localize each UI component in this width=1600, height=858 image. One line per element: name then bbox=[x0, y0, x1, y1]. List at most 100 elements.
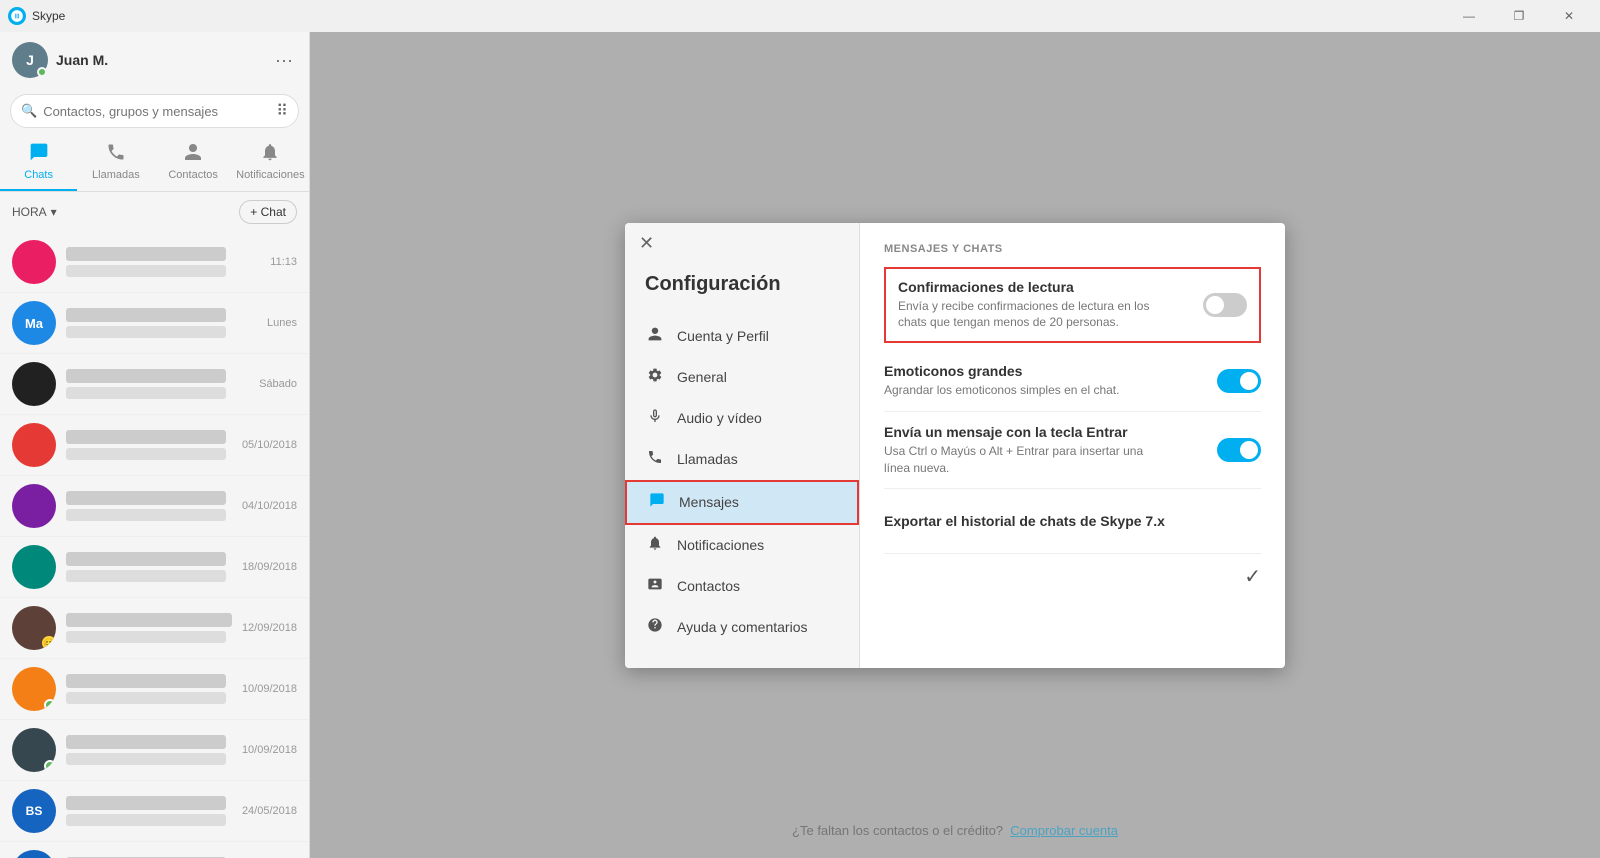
chat-info bbox=[66, 430, 232, 460]
avatar bbox=[12, 728, 56, 772]
more-options-button[interactable]: ··· bbox=[271, 46, 297, 75]
chat-info bbox=[66, 491, 232, 521]
chats-icon bbox=[29, 142, 49, 167]
big-emojis-toggle[interactable] bbox=[1217, 369, 1261, 393]
grid-button[interactable]: ⠿ bbox=[276, 101, 288, 121]
list-item[interactable]: 😊 12/09/2018 bbox=[0, 598, 309, 659]
titlebar-left: Skype bbox=[8, 7, 65, 25]
sort-button[interactable]: HORA ▾ bbox=[12, 205, 57, 219]
settings-nav-audio[interactable]: Audio y vídeo bbox=[625, 398, 859, 439]
list-item[interactable]: 10/09/2018 bbox=[0, 720, 309, 781]
settings-modal: ✕ Configuración Cuenta y Perfil General bbox=[625, 223, 1285, 668]
list-item[interactable]: BS 24/05/2018 bbox=[0, 842, 309, 858]
settings-nav-cuenta[interactable]: Cuenta y Perfil bbox=[625, 316, 859, 357]
chat-info bbox=[66, 308, 257, 338]
chat-time: 24/05/2018 bbox=[242, 805, 297, 817]
chat-name bbox=[66, 491, 226, 505]
chat-list: 11:13 Ma Lunes Sábado bbox=[0, 232, 309, 858]
search-bar: 🔍 ⠿ bbox=[10, 94, 299, 128]
list-item[interactable]: 04/10/2018 bbox=[0, 476, 309, 537]
avatar-container: J bbox=[12, 42, 48, 78]
minimize-button[interactable]: — bbox=[1446, 0, 1492, 32]
sort-label: HORA bbox=[12, 205, 47, 219]
settings-item-enter-send: Envía un mensaje con la tecla Entrar Usa… bbox=[884, 412, 1261, 490]
avatar: 😊 bbox=[12, 606, 56, 650]
settings-nav-llamadas-label: Llamadas bbox=[677, 451, 738, 467]
settings-nav-contactos-label: Contactos bbox=[677, 578, 740, 594]
chat-preview bbox=[66, 448, 226, 460]
settings-nav-notificaciones[interactable]: Notificaciones bbox=[625, 525, 859, 566]
chat-preview bbox=[66, 326, 226, 338]
profile-name: Juan M. bbox=[56, 52, 108, 68]
enter-send-desc: Usa Ctrl o Mayús o Alt + Entrar para ins… bbox=[884, 443, 1164, 477]
settings-nav-notificaciones-label: Notificaciones bbox=[677, 537, 764, 553]
llamadas-icon bbox=[106, 142, 126, 167]
settings-title: Configuración bbox=[625, 243, 859, 316]
read-receipts-toggle[interactable] bbox=[1203, 293, 1247, 317]
settings-nav-mensajes-label: Mensajes bbox=[679, 494, 739, 510]
close-button[interactable]: ✕ bbox=[1546, 0, 1592, 32]
ayuda-icon bbox=[645, 617, 665, 638]
tab-chats-label: Chats bbox=[24, 169, 53, 181]
tab-notificaciones[interactable]: Notificaciones bbox=[232, 134, 309, 191]
section-title: MENSAJES Y CHATS bbox=[884, 243, 1261, 255]
export-link[interactable]: Exportar el historial de chats de Skype … bbox=[884, 501, 1165, 541]
status-dot bbox=[37, 67, 47, 77]
settings-nav-ayuda[interactable]: Ayuda y comentarios bbox=[625, 607, 859, 648]
avatar: BS bbox=[12, 789, 56, 833]
settings-nav-audio-label: Audio y vídeo bbox=[677, 410, 762, 426]
titlebar: Skype — ❐ ✕ bbox=[0, 0, 1600, 32]
settings-nav-llamadas[interactable]: Llamadas bbox=[625, 439, 859, 480]
llamadas-settings-icon bbox=[645, 449, 665, 470]
search-input[interactable] bbox=[43, 104, 270, 119]
avatar bbox=[12, 545, 56, 589]
list-item[interactable]: 10/09/2018 bbox=[0, 659, 309, 720]
chat-time: Sábado bbox=[259, 378, 297, 390]
tab-contactos-label: Contactos bbox=[168, 169, 218, 181]
settings-nav-general[interactable]: General bbox=[625, 357, 859, 398]
enter-send-title: Envía un mensaje con la tecla Entrar bbox=[884, 424, 1217, 440]
checkmark-icon: ✓ bbox=[1244, 564, 1261, 589]
nav-tabs: Chats Llamadas Contactos Notificaciones bbox=[0, 134, 309, 192]
settings-sidebar: ✕ Configuración Cuenta y Perfil General bbox=[625, 223, 860, 668]
chat-name bbox=[66, 369, 226, 383]
chat-preview bbox=[66, 814, 226, 826]
list-item[interactable]: 18/09/2018 bbox=[0, 537, 309, 598]
tab-chats[interactable]: Chats bbox=[0, 134, 77, 191]
chat-name bbox=[66, 308, 226, 322]
cuenta-icon bbox=[645, 326, 665, 347]
main-content: ✕ Configuración Cuenta y Perfil General bbox=[310, 32, 1600, 858]
chat-preview bbox=[66, 631, 226, 643]
settings-nav-mensajes[interactable]: Mensajes bbox=[625, 480, 859, 525]
toggle-slider bbox=[1217, 438, 1261, 462]
avatar bbox=[12, 240, 56, 284]
list-item[interactable]: BS 24/05/2018 bbox=[0, 781, 309, 842]
settings-nav-contactos[interactable]: Contactos bbox=[625, 566, 859, 607]
chat-preview bbox=[66, 753, 226, 765]
profile-header: J Juan M. ··· bbox=[0, 32, 309, 88]
read-receipts-desc: Envía y recibe confirmaciones de lectura… bbox=[898, 298, 1178, 332]
tab-llamadas[interactable]: Llamadas bbox=[77, 134, 154, 191]
chat-time: Lunes bbox=[267, 317, 297, 329]
chat-info bbox=[66, 613, 232, 643]
list-item[interactable]: Sábado bbox=[0, 354, 309, 415]
maximize-button[interactable]: ❐ bbox=[1496, 0, 1542, 32]
mensajes-icon bbox=[647, 492, 667, 513]
chat-name bbox=[66, 735, 226, 749]
avatar bbox=[12, 667, 56, 711]
list-item[interactable]: 11:13 bbox=[0, 232, 309, 293]
tab-llamadas-label: Llamadas bbox=[92, 169, 140, 181]
list-item[interactable]: 05/10/2018 bbox=[0, 415, 309, 476]
chat-info bbox=[66, 796, 232, 826]
chat-list-header: HORA ▾ + Chat bbox=[0, 192, 309, 232]
enter-send-toggle[interactable] bbox=[1217, 438, 1261, 462]
tab-contactos[interactable]: Contactos bbox=[155, 134, 232, 191]
settings-close-button[interactable]: ✕ bbox=[639, 233, 654, 254]
contactos-settings-icon bbox=[645, 576, 665, 597]
settings-nav-ayuda-label: Ayuda y comentarios bbox=[677, 619, 807, 635]
chat-time: 11:13 bbox=[270, 256, 297, 268]
settings-content: MENSAJES Y CHATS Confirmaciones de lectu… bbox=[860, 223, 1285, 668]
new-chat-button[interactable]: + Chat bbox=[239, 200, 297, 224]
sort-chevron-icon: ▾ bbox=[51, 205, 57, 219]
list-item[interactable]: Ma Lunes bbox=[0, 293, 309, 354]
